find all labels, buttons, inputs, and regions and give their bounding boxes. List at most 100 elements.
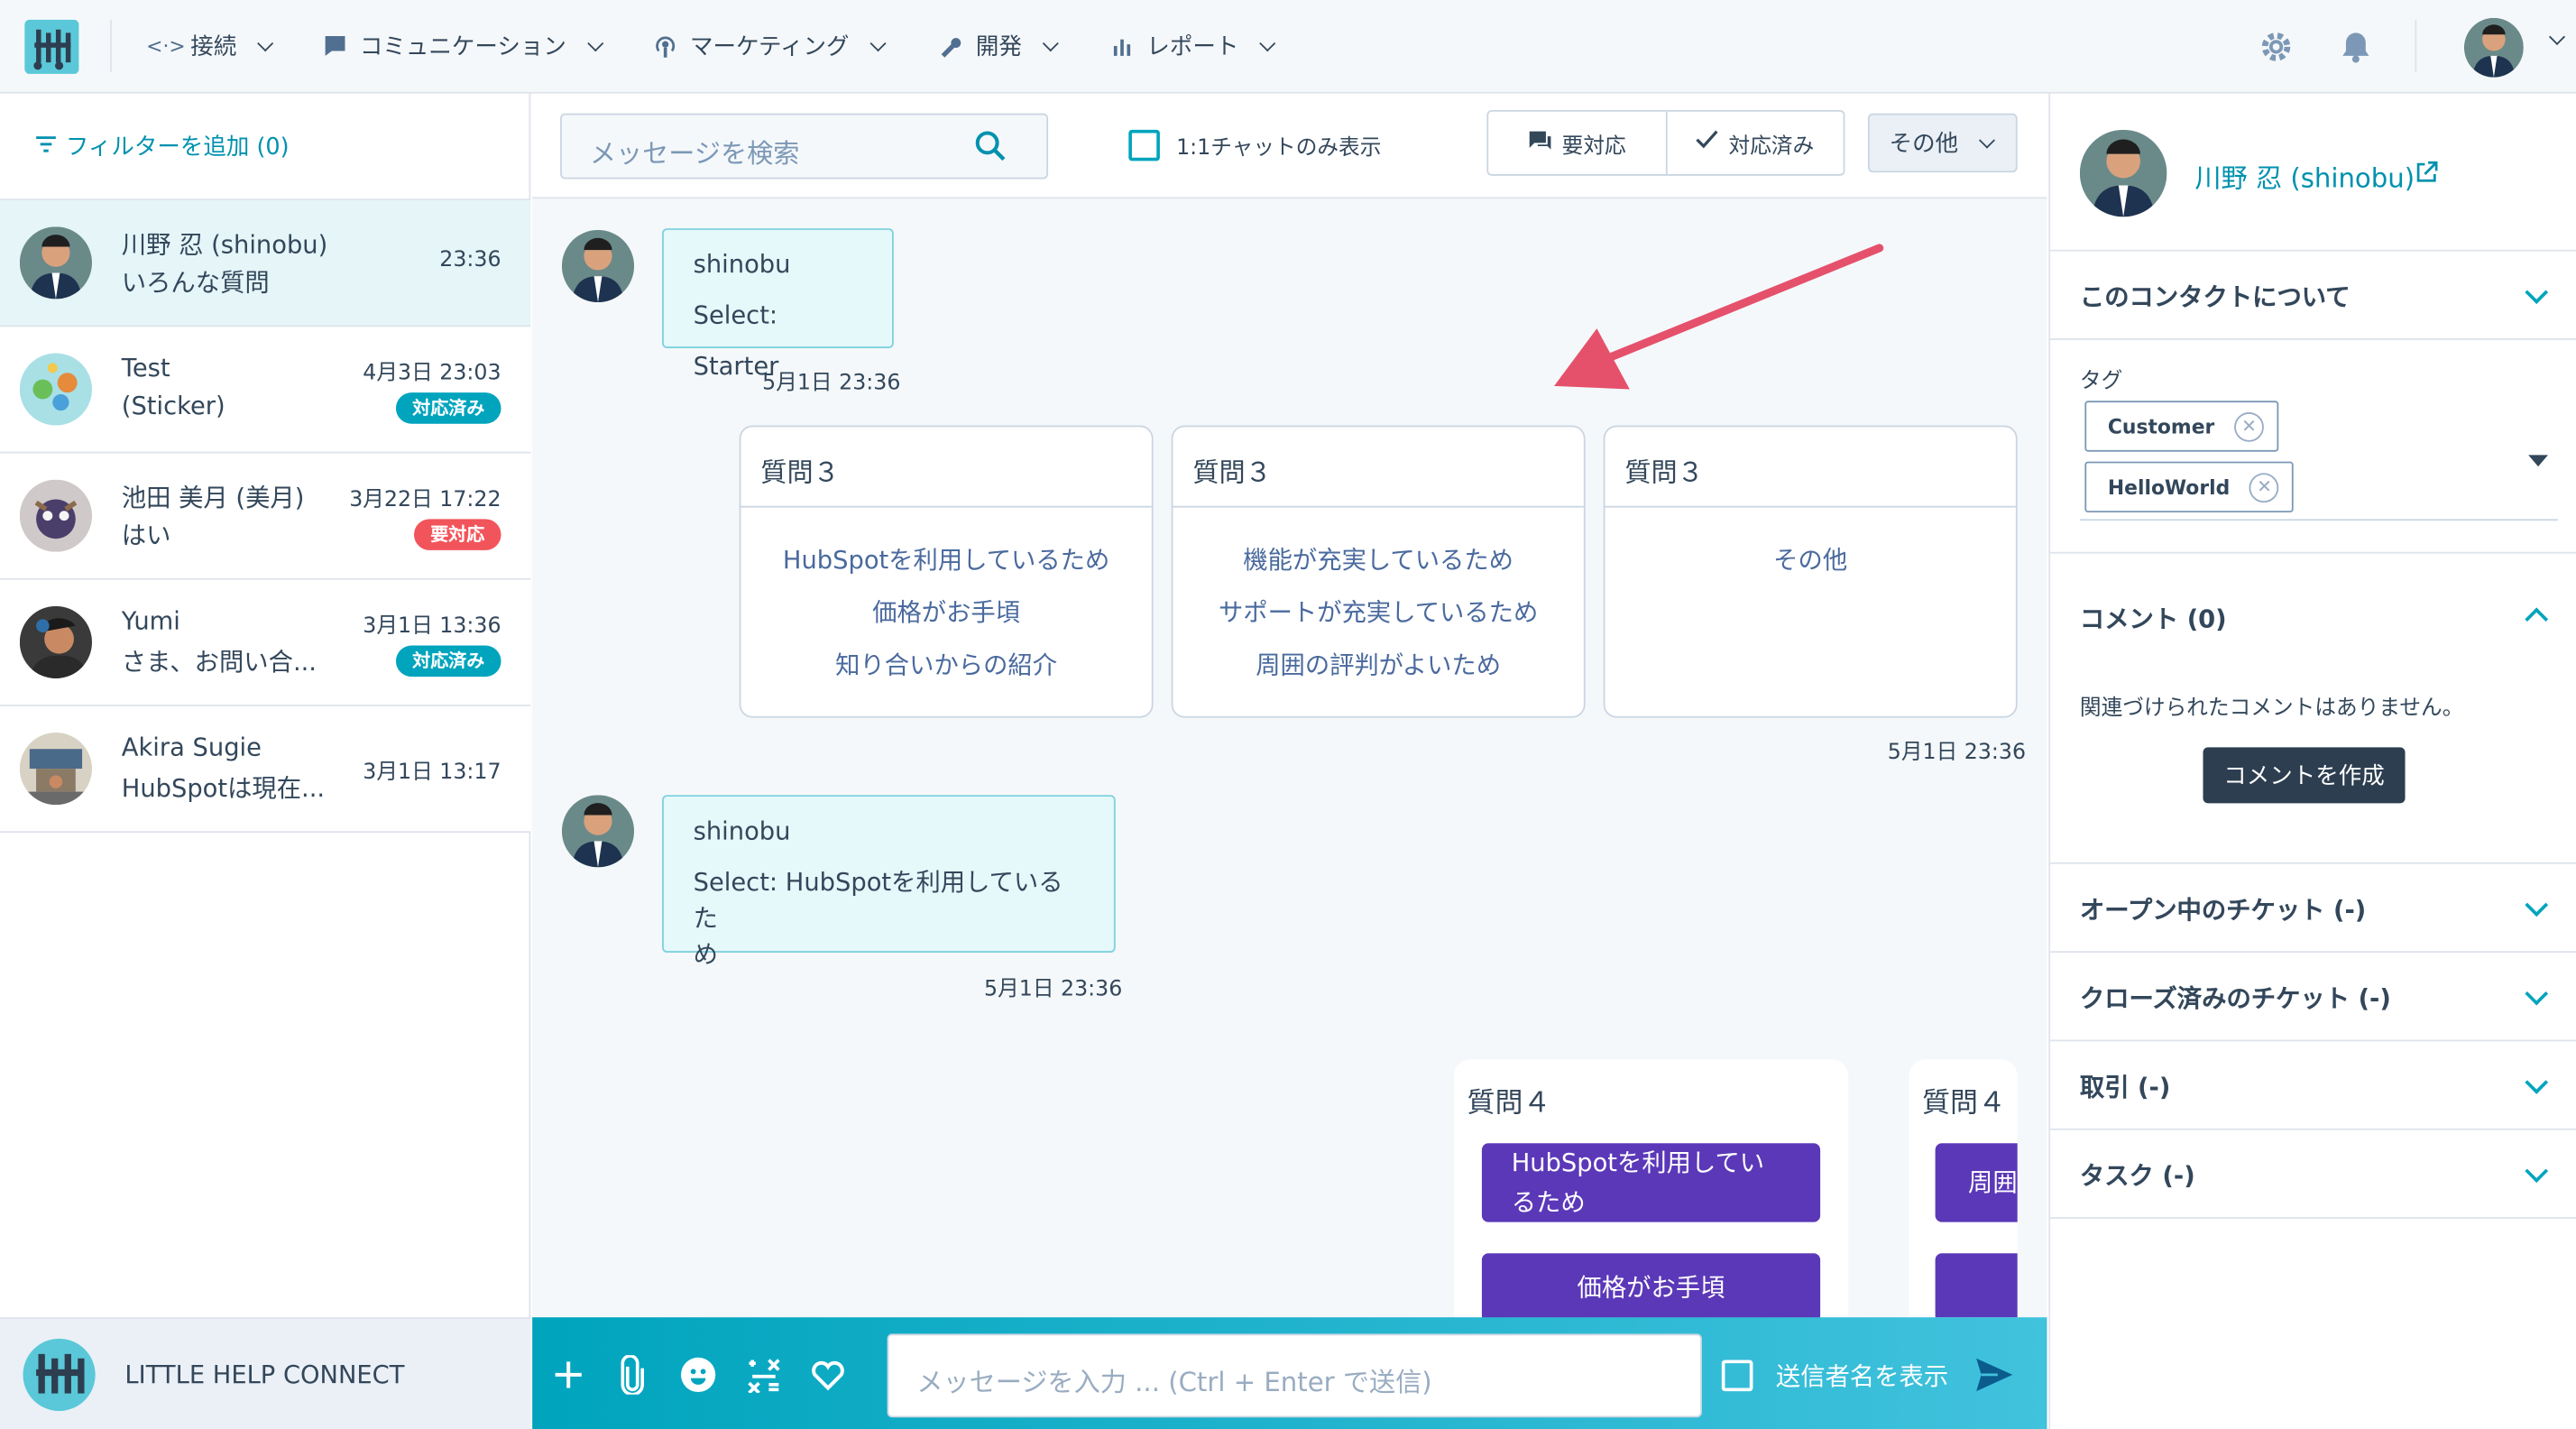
app-logo[interactable] — [24, 19, 79, 74]
contact-name-link[interactable]: 川野 忍 (shinobu) — [2194, 156, 2415, 196]
chevron-down-icon — [2525, 281, 2549, 304]
conversation-name: Test — [121, 353, 170, 383]
message-time: 5月1日 23:36 — [984, 977, 1123, 1002]
nav-marketing[interactable]: マーケティング — [650, 28, 887, 64]
remove-tag-icon[interactable]: ✕ — [2249, 472, 2279, 502]
only-chat-checkbox[interactable] — [1128, 129, 1160, 161]
option-button[interactable] — [1935, 1253, 2018, 1318]
message-text: Select: HubSpotを利用しているた — [693, 867, 1063, 934]
search-input[interactable]: メッセージを検索 — [560, 113, 1049, 180]
chat-toolbar: メッセージを検索 1:1チャットのみ表示 要対応 対応済み その他 — [532, 93, 2047, 199]
conversation-preview: いろんな質問 — [121, 267, 270, 298]
brand-name: LITTLE HELP CONNECT — [124, 1360, 405, 1390]
message-bubble: shinobu Select: HubSpotを利用しているた め — [662, 795, 1116, 969]
composer: メッセージを入力 ... (Ctrl + Enter で送信) 送信者名を表示 — [532, 1317, 2047, 1429]
attachment-icon[interactable] — [612, 1353, 654, 1396]
bar-chart-icon — [1108, 32, 1137, 61]
question-card: 質問３ その他 — [1603, 425, 2018, 718]
chevron-down-icon — [2525, 1159, 2549, 1184]
conversation-item[interactable]: Akira Sugie HubSpotは現在... 3月1日 13:17 — [0, 705, 531, 834]
avatar[interactable] — [2464, 18, 2524, 78]
nav-communication[interactable]: コミュニケーション — [320, 28, 603, 64]
emoji-icon[interactable] — [676, 1353, 719, 1396]
card-title: 質問４ — [1922, 1087, 2006, 1120]
chat-panel: メッセージを検索 1:1チャットのみ表示 要対応 対応済み その他 shinob… — [532, 93, 2047, 1429]
question-card: 質問３ 機能が充実しているため サポートが充実しているため 周囲の評判がよいため — [1171, 425, 1586, 718]
nav-report[interactable]: レポート — [1108, 28, 1276, 64]
message-time: 5月1日 23:36 — [762, 371, 901, 396]
show-sender-checkbox[interactable] — [1721, 1360, 1753, 1392]
card-option[interactable]: 機能が充実しているため — [1173, 534, 1583, 586]
card-option[interactable]: サポートが充実しているため — [1173, 586, 1583, 639]
option-button[interactable]: 周囲 — [1935, 1143, 2018, 1222]
only-chat-toggle[interactable]: 1:1チャットのみ表示 — [1128, 129, 1381, 161]
card-option[interactable]: 価格がお手頃 — [741, 586, 1151, 639]
card-title: 質問４ — [1467, 1087, 1551, 1120]
send-icon[interactable] — [1974, 1357, 2014, 1399]
tag-chip: Customer ✕ — [2084, 401, 2279, 452]
broadcast-icon — [650, 32, 680, 61]
card-option[interactable]: 知り合いからの紹介 — [741, 639, 1151, 691]
filter-done-button[interactable]: 対応済み — [1667, 112, 1844, 174]
template-icon[interactable] — [742, 1353, 785, 1396]
wrench-icon — [936, 32, 966, 61]
plus-icon[interactable] — [547, 1353, 590, 1396]
status-badge: 対応済み — [395, 392, 501, 424]
contact-panel: 川野 忍 (shinobu) このコンタクトについて タグ Customer ✕… — [2048, 93, 2576, 1429]
chevron-down-icon — [1978, 131, 1995, 148]
message-bubble: shinobu Select: Starter — [662, 228, 894, 381]
about-section[interactable]: このコンタクトについて — [2050, 252, 2576, 340]
conversation-item[interactable]: Yumi さま、お問い合... 3月1日 13:36 対応済み — [0, 579, 531, 706]
chevron-down-icon — [1259, 34, 1276, 51]
remove-tag-icon[interactable]: ✕ — [2234, 411, 2264, 441]
chevron-up-icon[interactable] — [2525, 607, 2549, 632]
create-comment-button[interactable]: コメントを作成 — [2203, 747, 2406, 804]
filter-need-button[interactable]: 要対応 — [1488, 111, 1667, 174]
tag-chip: HelloWorld ✕ — [2084, 461, 2295, 513]
option-button[interactable]: HubSpotを利用してい るため — [1481, 1143, 1821, 1222]
chevron-down-icon[interactable] — [2548, 28, 2566, 45]
gear-icon[interactable] — [2259, 30, 2293, 71]
chevron-down-icon — [869, 34, 887, 51]
filter-icon — [36, 133, 56, 159]
nav-develop[interactable]: 開発 — [936, 28, 1059, 64]
avatar — [19, 226, 92, 300]
message-sender: shinobu — [693, 816, 791, 846]
message-text: め — [693, 939, 718, 970]
card-option[interactable]: 周囲の評判がよいため — [1173, 639, 1583, 691]
add-filter-button[interactable]: フィルターを追加 (0) — [0, 94, 531, 201]
message-time: 5月1日 23:36 — [1887, 741, 2027, 766]
conversation-time: 4月3日 23:03 — [363, 361, 501, 386]
caret-down-icon[interactable] — [2528, 455, 2548, 467]
conversation-item[interactable]: 川野 忍 (shinobu) いろんな質問 23:36 — [0, 200, 531, 327]
nav-connect[interactable]: <·> 接続 — [146, 28, 274, 64]
conversation-item[interactable]: Test (Sticker) 4月3日 23:03 対応済み — [0, 327, 531, 454]
other-dropdown[interactable]: その他 — [1867, 113, 2018, 173]
tag-section: タグ Customer ✕ HelloWorld ✕ — [2050, 340, 2576, 554]
top-nav: <·> 接続 コミュニケーション マーケティング 開発 レポート — [0, 0, 2576, 94]
bell-icon[interactable] — [2340, 30, 2372, 71]
message-input[interactable]: メッセージを入力 ... (Ctrl + Enter で送信) — [887, 1333, 1702, 1418]
conversation-time: 3月1日 13:17 — [363, 760, 501, 786]
conversation-item[interactable]: 池田 美月 (美月) はい 3月22日 17:22 要対応 — [0, 453, 531, 580]
avatar — [19, 733, 92, 806]
deals-section[interactable]: 取引 (-) — [2050, 1041, 2576, 1130]
conversation-preview: (Sticker) — [121, 391, 225, 421]
external-link-icon[interactable] — [2415, 160, 2438, 191]
card-option[interactable]: その他 — [1605, 534, 2016, 586]
card-option[interactable]: HubSpotを利用しているため — [741, 534, 1151, 586]
option-button[interactable]: 価格がお手頃 — [1481, 1253, 1821, 1323]
closed-tickets-section[interactable]: クローズ済みのチケット (-) — [2050, 953, 2576, 1042]
show-sender-toggle[interactable]: 送信者名を表示 — [1721, 1359, 1948, 1393]
conversation-time: 3月22日 17:22 — [349, 487, 501, 513]
conversation-name: Yumi — [121, 605, 180, 636]
question-card: 質問４ HubSpotを利用してい るため 価格がお手頃 — [1453, 1059, 1849, 1323]
chevron-down-icon — [2525, 982, 2549, 1006]
avatar — [561, 229, 635, 303]
tasks-section[interactable]: タスク (-) — [2050, 1130, 2576, 1219]
annotation-arrow — [1554, 244, 1884, 390]
open-tickets-section[interactable]: オープン中のチケット (-) — [2050, 864, 2576, 954]
search-icon[interactable] — [974, 130, 1007, 170]
conversation-preview: はい — [121, 521, 171, 550]
heart-icon[interactable] — [806, 1353, 849, 1396]
